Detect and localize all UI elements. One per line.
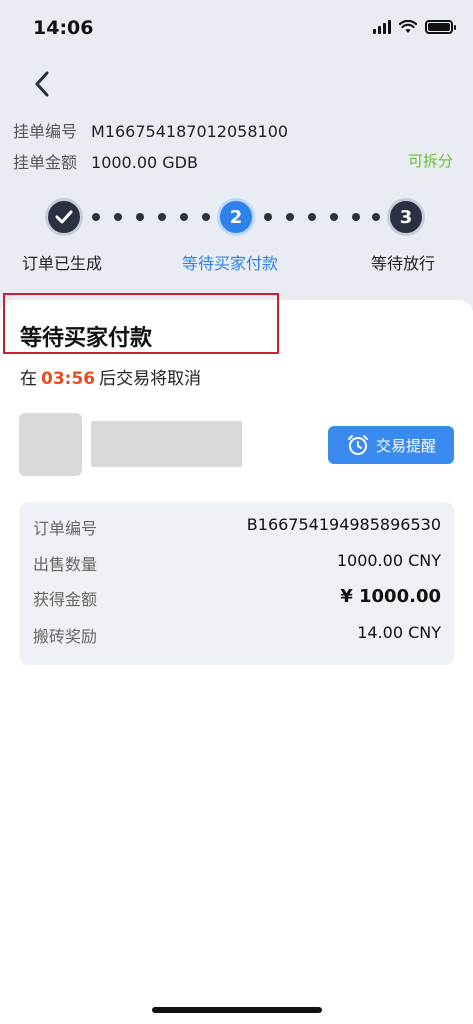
detail-value: 1000.00 CNY bbox=[336, 551, 441, 570]
step-dot bbox=[136, 213, 144, 221]
detail-row: 出售数量 1000.00 CNY bbox=[33, 551, 441, 575]
detail-key: 获得金额 bbox=[33, 590, 98, 609]
splittable-badge: 可拆分 bbox=[407, 152, 453, 170]
detail-key: 订单编号 bbox=[33, 519, 98, 538]
listing-amount-row: 挂单金额 1000.00 GDB bbox=[13, 149, 198, 173]
listing-number-value: M166754187012058100 bbox=[91, 122, 289, 141]
battery-icon bbox=[425, 20, 456, 34]
listing-number-label: 挂单编号 bbox=[13, 122, 78, 141]
step-dot bbox=[114, 213, 122, 221]
listing-amount-label: 挂单金额 bbox=[13, 153, 78, 172]
detail-key: 出售数量 bbox=[33, 555, 98, 574]
step-dot bbox=[308, 213, 316, 221]
avatar bbox=[19, 413, 82, 476]
step-dot bbox=[352, 213, 360, 221]
step-3-circle: 3 bbox=[387, 198, 425, 236]
step-3-label: 等待放行 bbox=[371, 254, 436, 273]
detail-key: 搬砖奖励 bbox=[33, 627, 98, 646]
detail-row: 搬砖奖励 14.00 CNY bbox=[33, 623, 441, 647]
trade-reminder-button[interactable]: 交易提醒 bbox=[328, 426, 454, 464]
alarm-clock-icon bbox=[347, 435, 368, 455]
step-dot bbox=[92, 213, 100, 221]
back-button[interactable] bbox=[24, 66, 60, 102]
user-name-placeholder bbox=[91, 421, 242, 467]
card-title: 等待买家付款 bbox=[20, 326, 153, 351]
trade-reminder-label: 交易提醒 bbox=[375, 436, 436, 455]
status-time: 14:06 bbox=[33, 17, 94, 39]
chevron-left-icon bbox=[35, 71, 49, 97]
countdown-timer: 03:56 bbox=[41, 369, 96, 389]
listing-amount-value: 1000.00 GDB bbox=[91, 153, 198, 172]
cellular-signal-icon bbox=[373, 20, 391, 34]
progress-stepper: 2 3 bbox=[0, 198, 473, 238]
step-dot bbox=[180, 213, 188, 221]
check-icon bbox=[55, 210, 73, 224]
wifi-icon bbox=[399, 20, 417, 33]
step-dot bbox=[330, 213, 338, 221]
step-2-circle: 2 bbox=[217, 198, 255, 236]
listing-number-row: 挂单编号 M166754187012058100 bbox=[13, 118, 288, 142]
countdown-prefix: 在 bbox=[20, 369, 37, 389]
step-dot bbox=[372, 213, 380, 221]
status-icons bbox=[373, 20, 456, 34]
step-dot bbox=[286, 213, 294, 221]
detail-value: ¥ 1000.00 bbox=[340, 586, 441, 607]
detail-row: 订单编号 B166754194985896530 bbox=[33, 515, 441, 539]
step-dot bbox=[264, 213, 272, 221]
step-dot bbox=[158, 213, 166, 221]
detail-row: 获得金额 ¥ 1000.00 bbox=[33, 586, 441, 610]
detail-value: 14.00 CNY bbox=[357, 623, 441, 642]
step-1-circle bbox=[45, 198, 83, 236]
detail-value: B166754194985896530 bbox=[246, 515, 441, 534]
countdown-text: 在 03:56 后交易将取消 bbox=[20, 364, 201, 389]
step-dot bbox=[202, 213, 210, 221]
step-2-label: 等待买家付款 bbox=[182, 254, 279, 273]
countdown-suffix: 后交易将取消 bbox=[99, 369, 202, 389]
status-bar: 14:06 bbox=[0, 0, 473, 58]
step-1-label: 订单已生成 bbox=[22, 254, 103, 273]
home-indicator[interactable] bbox=[152, 1007, 322, 1013]
order-details: 订单编号 B166754194985896530 出售数量 1000.00 CN… bbox=[19, 502, 455, 665]
